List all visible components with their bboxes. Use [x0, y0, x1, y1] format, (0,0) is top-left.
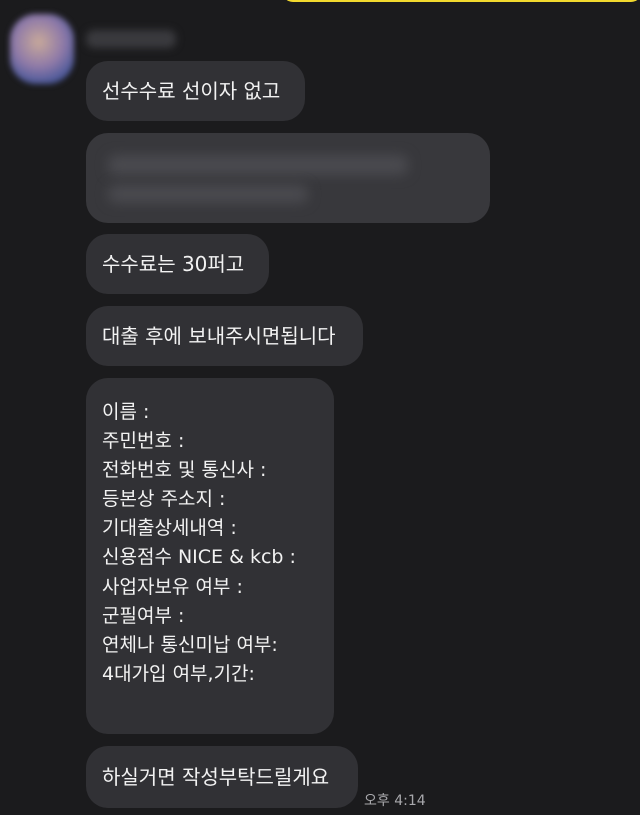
blurred-message-bubble[interactable]: [86, 133, 490, 223]
chat-screen: 선수수료 선이자 없고 수수료는 30퍼고 대출 후에 보내주시면됩니다 이름 …: [0, 0, 640, 815]
form-line-insurance: 4대가입 여부,기간:: [102, 662, 255, 685]
message-bubble[interactable]: 수수료는 30퍼고: [86, 234, 269, 294]
message-text: 하실거면 작성부탁드릴게요: [102, 765, 330, 789]
form-line-delinquency: 연체나 통신미납 여부:: [102, 633, 278, 656]
form-line-name: 이름 :: [102, 401, 150, 423]
message-timestamp: 오후 4:14: [364, 793, 426, 809]
form-line-credit-score: 신용점수 NICE & kcb :: [102, 546, 296, 569]
sender-name-blurred: [86, 30, 176, 48]
form-line-existing-loans: 기대출상세내역 :: [102, 517, 237, 540]
message-text: 수수료는 30퍼고: [102, 252, 245, 276]
message-text: 선수수료 선이자 없고: [102, 79, 281, 103]
blurred-text-line: [108, 155, 408, 175]
form-line-resident-number: 주민번호 :: [102, 430, 185, 453]
message-bubble[interactable]: 하실거면 작성부탁드릴게요: [86, 746, 358, 808]
message-bubble[interactable]: 대출 후에 보내주시면됩니다: [86, 306, 363, 366]
form-message-bubble[interactable]: 이름 : 주민번호 : 전화번호 및 통신사 : 등본상 주소지 : 기대출상세…: [86, 378, 334, 734]
blurred-text-line: [108, 185, 308, 203]
sender-avatar-icon[interactable]: [10, 14, 74, 84]
form-line-address: 등본상 주소지 :: [102, 488, 226, 511]
outgoing-message-bubble-partial[interactable]: [282, 0, 640, 2]
message-bubble[interactable]: 선수수료 선이자 없고: [86, 61, 305, 121]
form-line-business-owner: 사업자보유 여부 :: [102, 575, 243, 598]
form-line-military-service: 군필여부 :: [102, 604, 185, 627]
message-text: 대출 후에 보내주시면됩니다: [102, 324, 336, 348]
form-line-phone-carrier: 전화번호 및 통신사 :: [102, 459, 267, 482]
